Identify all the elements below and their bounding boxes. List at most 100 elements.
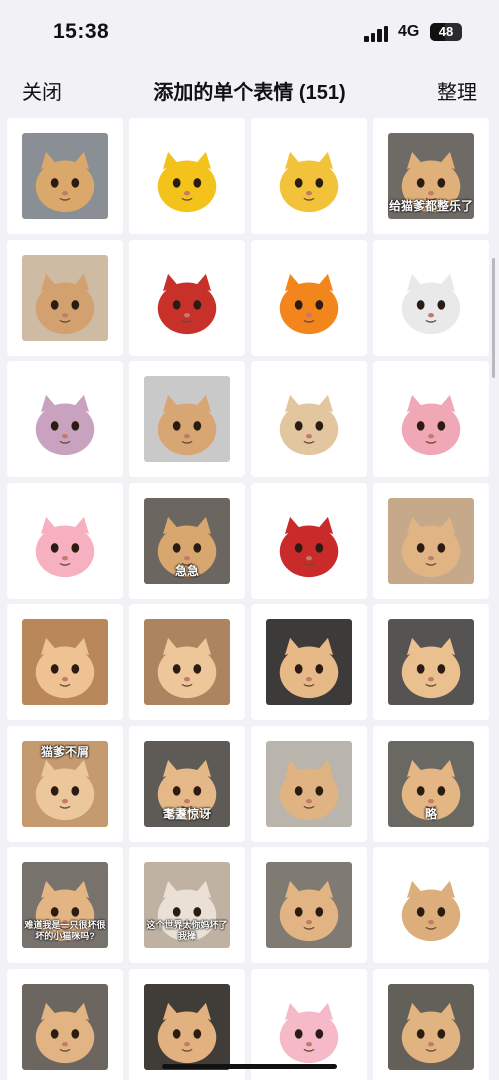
sticker-tile[interactable]: 略 — [373, 725, 489, 842]
cat-face-icon — [401, 637, 461, 699]
sticker-image — [266, 376, 352, 462]
sticker-tile[interactable] — [129, 239, 245, 356]
sticker-image — [22, 376, 108, 462]
sticker-image — [22, 619, 108, 705]
network-type: 4G — [398, 23, 420, 40]
sticker-tile[interactable]: 这个世界太你妈坏了我操 — [129, 847, 245, 963]
sticker-tile[interactable] — [251, 239, 367, 356]
sticker-image — [388, 862, 474, 948]
sticker-image — [22, 133, 108, 219]
sticker-tile[interactable] — [7, 968, 123, 1080]
sticker-image — [22, 254, 108, 341]
sticker-image — [388, 497, 474, 584]
cat-face-icon — [401, 394, 461, 456]
cat-face-icon — [279, 880, 339, 942]
cat-face-icon — [401, 1002, 461, 1063]
cat-face-icon — [35, 1002, 95, 1063]
cat-face-icon — [35, 516, 95, 577]
sticker-tile[interactable] — [373, 847, 489, 963]
sticker-tile[interactable]: 猫爹不屑 — [7, 725, 123, 842]
sticker-image — [266, 133, 352, 219]
cat-face-icon — [35, 637, 95, 699]
sticker-image — [388, 376, 474, 462]
sticker-image: 给猫爹都整乐了 — [388, 133, 474, 219]
sticker-image: 难道我是一只很坏很坏的小猫咪吗? — [22, 862, 108, 948]
cat-face-icon — [157, 273, 217, 334]
sticker-image — [388, 254, 474, 341]
cat-face-icon — [157, 637, 217, 699]
sticker-image — [266, 740, 352, 827]
navigation-bar: 关闭 添加的单个表情 (151) 整理 — [0, 64, 499, 114]
cat-face-icon — [35, 394, 95, 456]
sticker-image — [144, 254, 230, 341]
cat-face-icon — [157, 394, 217, 456]
page-title: 添加的单个表情 (151) — [153, 82, 346, 104]
sticker-image — [266, 862, 352, 948]
sticker-tile[interactable] — [129, 118, 245, 234]
sticker-tile[interactable] — [373, 239, 489, 356]
cat-face-icon — [279, 273, 339, 334]
sticker-caption: 猫爹不屑 — [40, 744, 89, 759]
sticker-image: 猫爹不屑 — [22, 740, 108, 827]
sticker-tile[interactable] — [7, 482, 123, 599]
sticker-tile[interactable] — [7, 239, 123, 356]
sticker-tile[interactable] — [251, 847, 367, 963]
sticker-tile[interactable] — [373, 604, 489, 720]
sticker-tile[interactable] — [251, 482, 367, 599]
sticker-caption: 给猫爹都整乐了 — [388, 199, 473, 213]
status-bar: 15:38 4G 48 — [0, 0, 499, 64]
sticker-tile[interactable] — [373, 482, 489, 599]
cat-face-icon — [401, 516, 461, 577]
sticker-image — [22, 497, 108, 584]
cat-face-icon — [279, 759, 339, 820]
sticker-caption: 这个世界太你妈坏了我操 — [146, 920, 228, 941]
sticker-image: 略 — [388, 740, 474, 827]
sticker-tile[interactable] — [373, 361, 489, 477]
sticker-image — [144, 619, 230, 705]
sticker-image — [266, 254, 352, 341]
sticker-tile[interactable]: 耄耋惊讶 — [129, 725, 245, 842]
sticker-caption: 难道我是一只很坏很坏的小猫咪吗? — [24, 920, 106, 941]
cat-face-icon — [279, 1002, 339, 1063]
scrollbar[interactable] — [492, 258, 495, 378]
cellular-signal-icon — [364, 24, 390, 42]
organize-button[interactable]: 整理 — [437, 76, 477, 105]
sticker-tile[interactable] — [251, 725, 367, 842]
sticker-caption: 略 — [424, 806, 437, 821]
sticker-tile[interactable]: 难道我是一只很坏很坏的小猫咪吗? — [7, 847, 123, 963]
sticker-image: 急急 — [144, 497, 230, 584]
sticker-image — [388, 619, 474, 705]
cat-face-icon — [401, 880, 461, 942]
cat-face-icon — [279, 637, 339, 699]
sticker-tile[interactable] — [129, 604, 245, 720]
sticker-tile[interactable] — [7, 604, 123, 720]
sticker-grid-scroll[interactable]: 给猫爹都整乐了急急猫爹不屑耄耋惊讶 略难道我是一只很坏很坏的小猫咪吗? 这个世界太你… — [0, 114, 499, 1080]
battery-icon: 48 — [430, 23, 462, 41]
sticker-image — [266, 983, 352, 1070]
battery-percent: 48 — [438, 24, 454, 39]
cat-face-icon — [279, 394, 339, 456]
cat-face-icon — [401, 273, 461, 334]
sticker-tile[interactable] — [7, 118, 123, 234]
status-time: 15:38 — [53, 20, 110, 43]
cat-face-icon — [35, 273, 95, 334]
sticker-image — [266, 497, 352, 584]
sticker-tile[interactable] — [251, 118, 367, 234]
sticker-image — [144, 133, 230, 219]
sticker-tile[interactable] — [373, 968, 489, 1080]
sticker-tile[interactable] — [251, 604, 367, 720]
sticker-image: 耄耋惊讶 — [144, 740, 230, 827]
sticker-image — [22, 983, 108, 1070]
sticker-caption: 耄耋惊讶 — [162, 806, 211, 821]
sticker-image — [266, 619, 352, 705]
sticker-tile[interactable] — [7, 361, 123, 477]
sticker-tile[interactable]: 急急 — [129, 482, 245, 599]
home-indicator[interactable] — [162, 1064, 337, 1069]
sticker-tile[interactable] — [251, 361, 367, 477]
sticker-image — [144, 983, 230, 1070]
sticker-image: 这个世界太你妈坏了我操 — [144, 862, 230, 948]
cat-face-icon — [279, 516, 339, 577]
sticker-tile[interactable] — [129, 361, 245, 477]
sticker-tile[interactable]: 给猫爹都整乐了 — [373, 118, 489, 234]
sticker-grid: 给猫爹都整乐了急急猫爹不屑耄耋惊讶 略难道我是一只很坏很坏的小猫咪吗? 这个世界太你… — [7, 118, 489, 1080]
